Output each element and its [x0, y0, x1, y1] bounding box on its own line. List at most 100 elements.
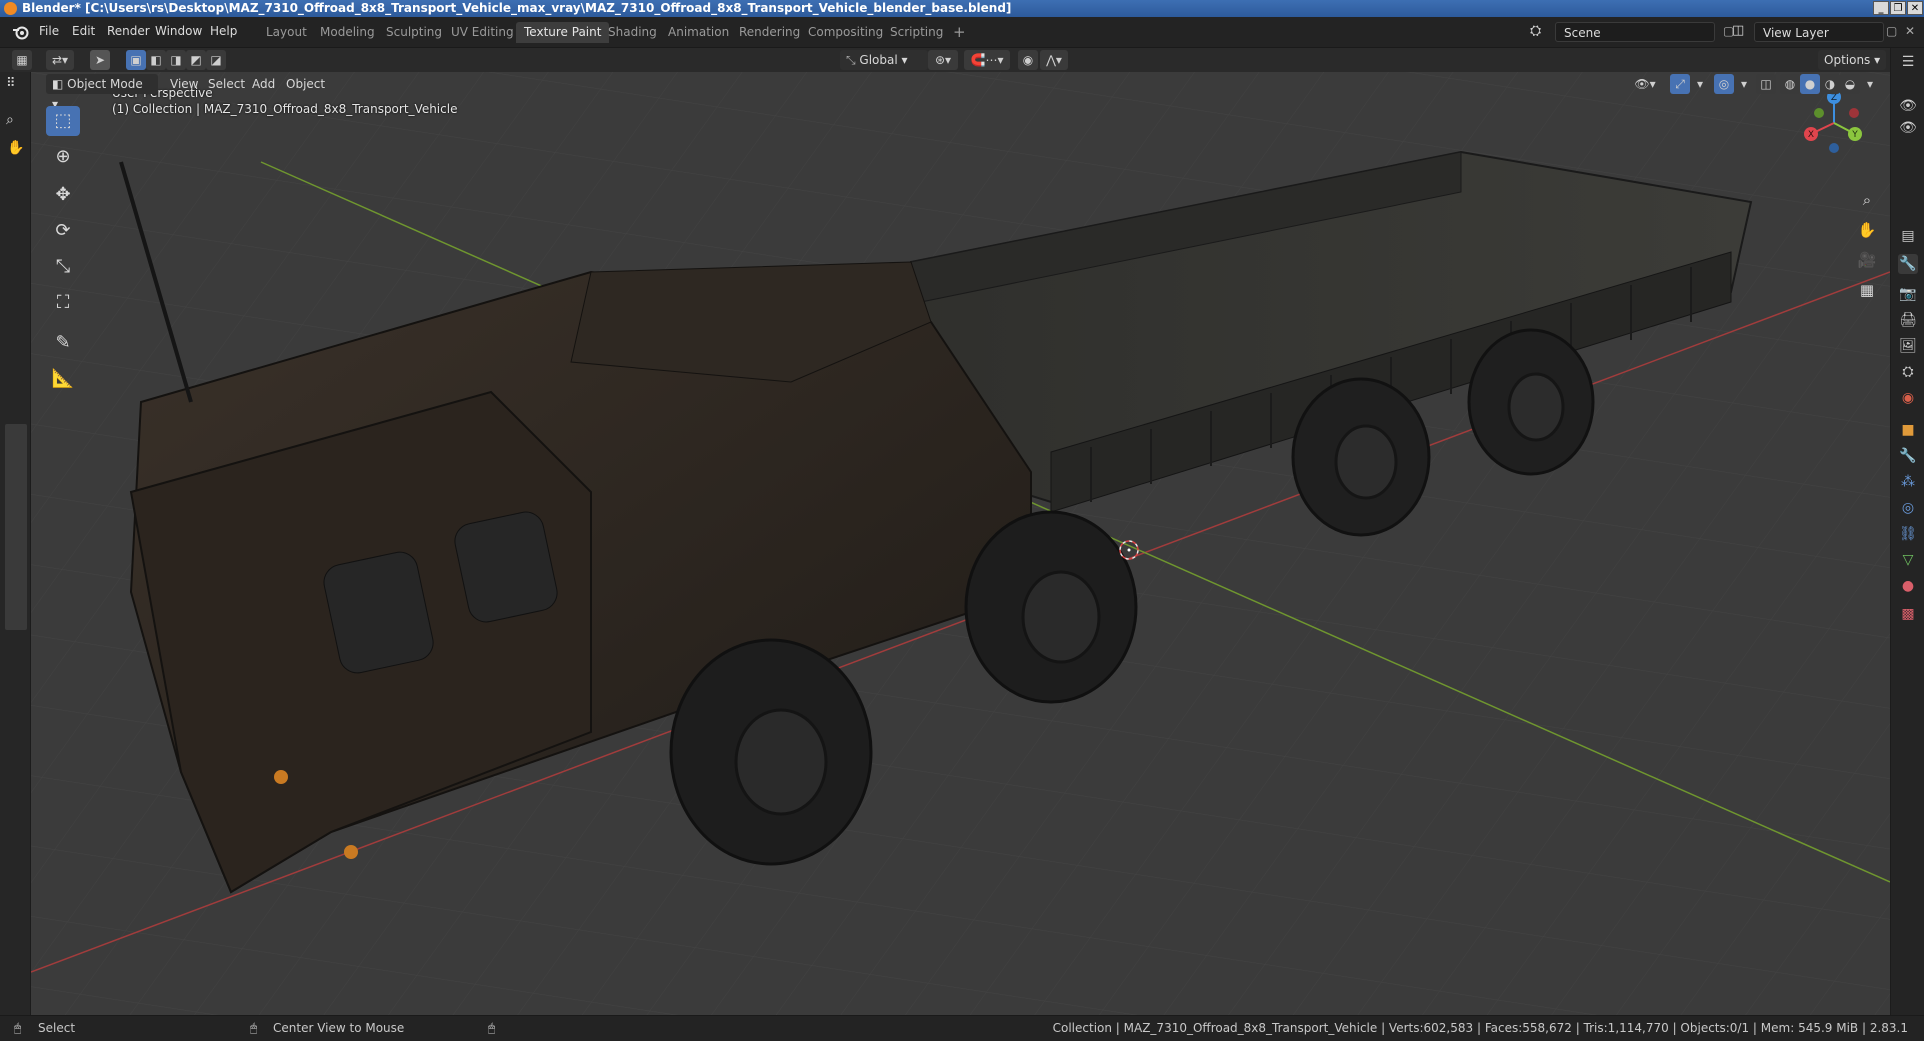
scene-icon[interactable]: ⛭ — [1530, 23, 1541, 39]
add-workspace-button[interactable]: + — [945, 22, 974, 43]
data-tab-icon[interactable]: ▽ — [1898, 550, 1918, 570]
window-title-bar: Blender* [C:\Users\rs\Desktop\MAZ_7310_O… — [0, 0, 1924, 17]
rendered-shading-icon[interactable]: ◒ — [1840, 74, 1860, 94]
navigation-gizmo[interactable]: Z X Y — [1799, 86, 1869, 156]
proportional-edit-icon[interactable]: ◉ — [1018, 50, 1038, 70]
hand-icon[interactable]: ✋ — [7, 140, 24, 156]
tab-animation[interactable]: Animation — [660, 22, 737, 43]
menu-select[interactable]: Select — [202, 74, 251, 94]
physics-tab-icon[interactable]: ◎ — [1898, 498, 1918, 518]
grid-view-icon[interactable]: ▦ — [1854, 277, 1880, 303]
gizmo-toggle-icon[interactable]: ⤢ — [1670, 74, 1690, 94]
view-layer-remove-icon[interactable]: ✕ — [1905, 24, 1915, 38]
brush-settings-icon[interactable]: ⠿ — [6, 76, 16, 91]
zoom-icon[interactable]: ⌕ — [1854, 187, 1880, 213]
select-box-tool[interactable]: ⬚ — [46, 106, 80, 136]
rotate-tool[interactable]: ⟳ — [46, 216, 80, 246]
eye-icon[interactable]: 👁 — [1898, 118, 1918, 138]
chevron-down-icon: ▾ — [897, 53, 908, 67]
scale-tool[interactable]: ⤡ — [46, 252, 80, 282]
gizmo-x-label: X — [1808, 130, 1814, 140]
scene-tab-icon[interactable]: ⛭ — [1898, 362, 1918, 382]
menu-help[interactable]: Help — [210, 24, 237, 38]
menu-add[interactable]: Add — [246, 74, 281, 94]
xray-toggle-icon[interactable]: ◫ — [1756, 74, 1776, 94]
tab-scripting[interactable]: Scripting — [882, 22, 951, 43]
texture-tab-icon[interactable]: ▩ — [1898, 604, 1918, 624]
tab-rendering[interactable]: Rendering — [731, 22, 808, 43]
chevron-down-icon[interactable]: ▾ — [1734, 74, 1754, 94]
minimize-button[interactable]: _ — [1873, 1, 1889, 15]
select-extend-icon[interactable]: ◧ — [146, 50, 166, 70]
wireframe-shading-icon[interactable]: ◍ — [1780, 74, 1800, 94]
falloff-icon[interactable]: ⋀▾ — [1040, 50, 1068, 70]
orientation-icon: ⤡ — [846, 53, 860, 67]
outliner-icon[interactable]: ☰ — [1898, 52, 1918, 72]
status-center-view-label: Center View to Mouse — [273, 1021, 405, 1035]
search-icon[interactable]: ⌕ — [6, 112, 14, 128]
visibility-icon[interactable]: 👁▾ — [1630, 74, 1660, 94]
select-new-icon[interactable]: ▣ — [126, 50, 146, 70]
menu-window[interactable]: Window — [155, 24, 202, 38]
tab-texture-paint[interactable]: Texture Paint — [516, 22, 610, 43]
eye-icon[interactable]: 👁 — [1898, 96, 1918, 116]
material-shading-icon[interactable]: ◑ — [1820, 74, 1840, 94]
output-tab-icon[interactable]: 🖨 — [1898, 310, 1918, 330]
mode-dropdown[interactable]: ◧ Object Mode ▾ — [46, 74, 158, 111]
properties-tabs: ☰ 👁 👁 ▤ 🔧 📷 🖨 🖼 ⛭ ◉ ■ 🔧 ⁂ ◎ ⛓ ▽ ● ▩ — [1890, 48, 1924, 1015]
modifier-tab-icon[interactable]: 🔧 — [1898, 446, 1918, 466]
material-tab-icon[interactable]: ● — [1898, 576, 1918, 596]
blender-menu-icon[interactable] — [12, 24, 30, 40]
scene-field[interactable]: Scene — [1555, 22, 1715, 42]
view-layer-tab-icon[interactable]: 🖼 — [1898, 336, 1918, 356]
cursor-tool[interactable]: ⊕ — [46, 142, 80, 172]
menu-object[interactable]: Object — [280, 74, 331, 94]
world-tab-icon[interactable]: ◉ — [1898, 388, 1918, 408]
editor-type-icon[interactable]: ▦ — [12, 50, 32, 70]
chevron-down-icon[interactable]: ▾ — [1860, 74, 1880, 94]
menu-file[interactable]: File — [39, 24, 59, 38]
annotate-tool[interactable]: ✎ — [46, 328, 80, 358]
tab-uv-editing[interactable]: UV Editing — [443, 22, 522, 43]
tab-sculpting[interactable]: Sculpting — [378, 22, 450, 43]
camera-icon[interactable]: 🎥 — [1854, 247, 1880, 273]
maximize-button[interactable]: ❐ — [1890, 1, 1906, 15]
pivot-point-icon[interactable]: ⊛▾ — [928, 50, 958, 70]
solid-shading-icon[interactable]: ● — [1800, 74, 1820, 94]
render-tab-icon[interactable]: 📷 — [1898, 284, 1918, 304]
tab-modeling[interactable]: Modeling — [312, 22, 383, 43]
tab-shading[interactable]: Shading — [600, 22, 665, 43]
close-button[interactable]: ✕ — [1907, 1, 1923, 15]
object-tab-icon[interactable]: ■ — [1898, 420, 1918, 440]
select-intersect-icon[interactable]: ◪ — [206, 50, 226, 70]
3d-viewport[interactable]: User Perspective (1) Collection | MAZ_73… — [31, 72, 1890, 1015]
tool-settings-icon[interactable]: ⇄▾ — [46, 50, 74, 70]
chevron-down-icon: ▾ — [1870, 53, 1881, 67]
constraints-tab-icon[interactable]: ⛓ — [1898, 524, 1918, 544]
tab-compositing[interactable]: Compositing — [800, 22, 891, 43]
layers-icon[interactable]: ◫ — [1732, 23, 1744, 38]
menu-view[interactable]: View — [164, 74, 204, 94]
blender-logo-icon — [4, 2, 17, 15]
tool-tab-icon[interactable]: 🔧 — [1898, 254, 1918, 274]
transform-orientation-dropdown[interactable]: ⤡ Global ▾ — [840, 50, 928, 70]
overlays-toggle-icon[interactable]: ◎ — [1714, 74, 1734, 94]
options-dropdown[interactable]: Options ▾ — [1818, 50, 1887, 70]
menu-edit[interactable]: Edit — [72, 24, 95, 38]
scrollbar[interactable] — [5, 424, 27, 630]
select-mode-icon[interactable]: ➤ — [90, 50, 110, 70]
move-tool[interactable]: ✥ — [46, 180, 80, 210]
properties-editor-icon[interactable]: ▤ — [1898, 226, 1918, 246]
pan-hand-icon[interactable]: ✋ — [1854, 217, 1880, 243]
transform-tool[interactable]: ⛶ — [46, 288, 80, 318]
tab-layout[interactable]: Layout — [258, 22, 315, 43]
select-subtract-icon[interactable]: ◨ — [166, 50, 186, 70]
chevron-down-icon[interactable]: ▾ — [1690, 74, 1710, 94]
menu-render[interactable]: Render — [107, 24, 150, 38]
snap-icon[interactable]: 🧲⋯▾ — [964, 50, 1010, 70]
particles-tab-icon[interactable]: ⁂ — [1898, 472, 1918, 492]
view-layer-new-icon[interactable]: ▢ — [1886, 24, 1897, 38]
view-layer-field[interactable]: View Layer — [1754, 22, 1884, 42]
select-invert-icon[interactable]: ◩ — [186, 50, 206, 70]
measure-tool[interactable]: 📐 — [46, 364, 80, 394]
